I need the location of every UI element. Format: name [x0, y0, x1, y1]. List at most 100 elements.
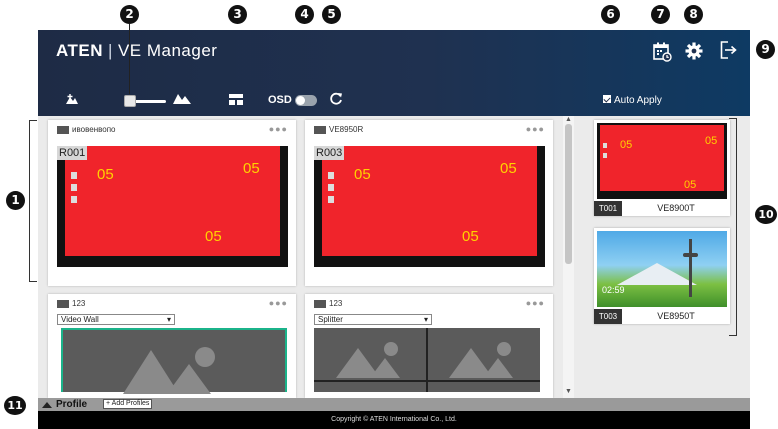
callout-marker: 11: [4, 396, 26, 415]
main-content: ивовенвопо ●●● 05 05 05 R001 VE8950R ●●●: [38, 116, 750, 398]
osd-number: 05: [205, 228, 222, 245]
receiver-id-badge: R003: [314, 146, 345, 160]
screen-content: 05 05 05: [322, 146, 537, 256]
osd-number: 05: [354, 166, 371, 183]
receiver-title: VE8950R: [314, 125, 363, 134]
receiver-title: ивовенвопо: [57, 125, 116, 134]
video-wall-preview[interactable]: [61, 328, 287, 394]
desktop-icon: [603, 153, 607, 158]
osd-number: 05: [620, 139, 633, 151]
osd-number: 05: [705, 135, 718, 147]
mountain-shape: [617, 263, 697, 285]
transmitter-card[interactable]: 02:59 T003 VE8950T: [594, 228, 730, 324]
zoom-out-icon[interactable]: [64, 93, 86, 105]
desktop-icon: [71, 184, 77, 191]
expand-triangle-icon[interactable]: [42, 402, 52, 408]
desktop-icon: [328, 196, 334, 203]
group-mode-select[interactable]: Video Wall: [57, 314, 175, 325]
profile-bar[interactable]: Profile + Add Profiles: [38, 398, 750, 411]
callout-marker: 2: [120, 5, 139, 24]
mountain-shape: [167, 364, 211, 394]
splitter-preview[interactable]: [314, 328, 540, 392]
receiver-card[interactable]: ивовенвопо ●●● 05 05 05 R001: [48, 120, 296, 286]
logout-icon[interactable]: [720, 41, 737, 59]
grid-icon: [314, 299, 326, 308]
callout-marker: 3: [228, 5, 247, 24]
osd-number: 05: [97, 166, 114, 183]
auto-apply-label: Auto Apply: [614, 95, 662, 106]
callout-marker: 6: [601, 5, 620, 24]
callout-marker: 5: [322, 5, 341, 24]
schedule-icon[interactable]: [653, 42, 672, 62]
desktop-icon: [328, 184, 334, 191]
group-name: 123: [72, 299, 86, 308]
more-options-icon[interactable]: ●●●: [526, 124, 545, 134]
transmitter-id: T003: [594, 309, 622, 324]
scrollbar[interactable]: ▲ ▼: [563, 116, 574, 398]
group-mode-select[interactable]: Splitter: [314, 314, 432, 325]
taskbar: [65, 256, 280, 266]
osd-number: 05: [462, 228, 479, 245]
callout-bracket: [29, 120, 37, 282]
callout-bracket: [729, 118, 737, 336]
desktop-icon: [71, 172, 77, 179]
refresh-icon[interactable]: [330, 92, 343, 105]
mountain-shape: [483, 358, 513, 378]
osd-number: 05: [243, 160, 260, 177]
transmitter-preview: 02:59: [597, 231, 727, 307]
callout-marker: 9: [756, 40, 775, 59]
scroll-down-icon[interactable]: ▼: [565, 388, 572, 395]
app-header: ATEN | VE Manager OSD Auto Apply: [38, 30, 750, 116]
callout-marker: 8: [684, 5, 703, 24]
receiver-screen-preview[interactable]: 05 05 05 R001: [57, 146, 288, 267]
transmitter-id: T001: [594, 201, 622, 216]
zoom-slider-thumb[interactable]: [124, 95, 136, 107]
layout-icon[interactable]: [229, 94, 243, 105]
grid-icon: [57, 299, 69, 308]
tower-shape: [683, 253, 698, 257]
ve-manager-screenshot: ATEN | VE Manager OSD Auto Apply ивовенв…: [0, 0, 778, 429]
transmitter-card[interactable]: 05 05 05 T001 VE8900T: [594, 120, 730, 216]
lock-screen-time: 02:59: [602, 285, 625, 295]
more-options-icon[interactable]: ●●●: [526, 298, 545, 308]
profile-label: Profile: [56, 399, 88, 410]
more-options-icon[interactable]: ●●●: [269, 298, 288, 308]
scroll-up-icon[interactable]: ▲: [565, 116, 572, 123]
receiver-name: ивовенвопо: [72, 125, 116, 134]
scrollbar-thumb[interactable]: [565, 124, 572, 264]
osd-toggle[interactable]: [295, 95, 317, 106]
transmitter-name: VE8900T: [657, 203, 695, 213]
image-placeholder-icon: [497, 342, 511, 356]
callout-marker: 10: [755, 205, 777, 224]
app-title: VE Manager: [117, 41, 218, 60]
taskbar: [322, 256, 537, 266]
monitor-icon: [57, 125, 69, 134]
callout-marker: 4: [295, 5, 314, 24]
receiver-screen-preview[interactable]: 05 05 05 R003: [314, 146, 545, 267]
more-options-icon[interactable]: ●●●: [269, 124, 288, 134]
app-logo: ATEN | VE Manager: [56, 41, 217, 61]
group-card[interactable]: 123 ●●● Video Wall: [48, 294, 296, 398]
auto-apply-checkbox[interactable]: Auto Apply: [603, 95, 662, 106]
add-profiles-button[interactable]: + Add Profiles: [103, 399, 153, 409]
group-card[interactable]: 123 ●●● Splitter: [305, 294, 553, 398]
image-placeholder-icon: [384, 342, 398, 356]
mountain-shape: [370, 358, 400, 378]
desktop-icon: [71, 196, 77, 203]
group-title: 123: [314, 299, 342, 308]
osd-number: 05: [500, 160, 517, 177]
checkbox-check-icon[interactable]: [603, 95, 611, 104]
desktop-icon: [603, 143, 607, 148]
brand-logo: ATEN: [56, 41, 104, 60]
logo-separator: |: [108, 41, 113, 60]
receiver-card[interactable]: VE8950R ●●● 05 05 05 R003: [305, 120, 553, 286]
gear-icon[interactable]: [685, 42, 703, 60]
group-title: 123: [57, 299, 85, 308]
screen-content: 05 05 05: [600, 125, 724, 191]
transmitter-label-bar: T003 VE8950T: [594, 309, 730, 324]
zoom-in-icon[interactable]: [172, 92, 192, 104]
transmitter-preview: 05 05 05: [597, 123, 727, 199]
osd-label: OSD: [268, 94, 292, 106]
callout-marker: 7: [651, 5, 670, 24]
monitor-icon: [314, 125, 326, 134]
